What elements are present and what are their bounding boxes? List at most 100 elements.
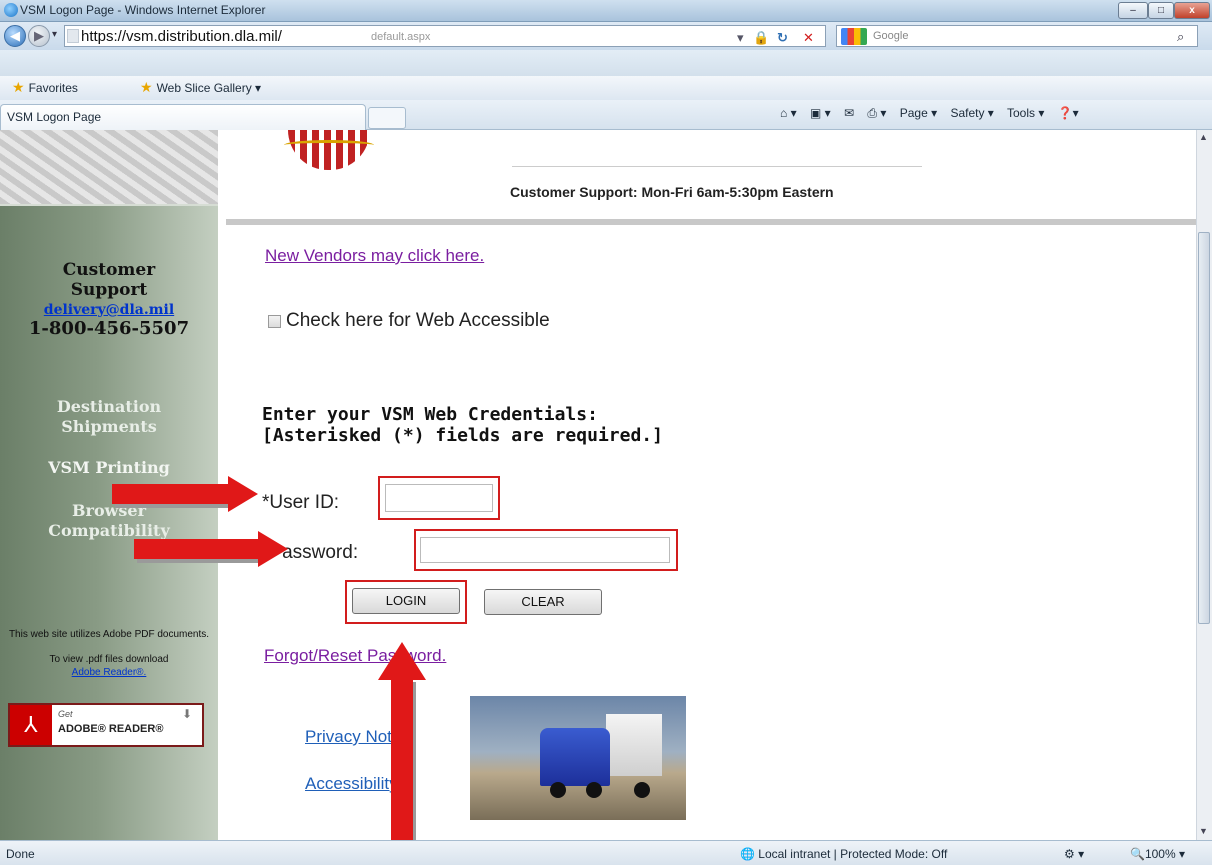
cs-title-line-1: Customer [62, 260, 156, 280]
adobe-reader-label: ADOBE® READER® [58, 723, 164, 735]
adobe-reader-link[interactable]: Adobe Reader®. [0, 666, 218, 679]
destination-shipments-link[interactable]: Destination Shipments [0, 397, 218, 437]
user-id-label: *User ID: [262, 492, 340, 513]
tab-label: VSM Logon Page [7, 110, 102, 124]
scroll-up-arrow-icon[interactable]: ▲ [1199, 132, 1208, 142]
security-zone[interactable]: 🌐 Local intranet | Protected Mode: Off [740, 847, 947, 861]
search-icon[interactable]: ⌕ [1177, 29, 1184, 45]
user-id-input[interactable] [385, 484, 493, 512]
adobe-get-label: Get [58, 709, 73, 719]
web-slice-label: Web Slice Gallery ▾ [156, 81, 262, 95]
safety-menu[interactable]: Safety ▾ [950, 106, 993, 120]
maximize-button[interactable]: □ [1148, 2, 1174, 19]
scrollbar-thumb[interactable] [1198, 232, 1210, 624]
zoom-icon: 🔍 [1130, 847, 1145, 861]
dest-line-1: Destination [56, 397, 162, 416]
web-accessible-option[interactable]: Check here for Web Accessible [268, 310, 550, 332]
url-text: https://vsm.distribution.dla.mil/ [81, 28, 282, 45]
url-field[interactable]: https://vsm.distribution.dla.mil/ defaul… [64, 25, 826, 47]
arrow-head [258, 531, 288, 567]
arrow-shaft [134, 539, 260, 559]
mail-icon[interactable]: ✉ [844, 106, 854, 120]
history-dropdown-icon[interactable]: ▾ [52, 29, 57, 40]
credentials-heading: Enter your VSM Web Credentials: [Asteris… [262, 404, 663, 446]
home-icon[interactable]: ⌂ ▾ [780, 106, 797, 120]
minimize-button[interactable]: – [1118, 2, 1148, 19]
password-input[interactable] [420, 537, 670, 563]
google-icon [841, 28, 867, 45]
dest-line-2: Shipments [61, 417, 157, 436]
favorites-label: Favorites [28, 81, 78, 95]
truck-wheel [586, 782, 602, 798]
browser-line-1: Browser [71, 501, 146, 520]
title-bar: VSM Logon Page - Windows Internet Explor… [0, 0, 1212, 22]
new-tab-button[interactable] [368, 107, 406, 129]
login-button[interactable]: LOGIN [352, 588, 460, 614]
arrow-head-up [378, 642, 426, 680]
adobe-note-line-1: This web site utilizes Adobe PDF documen… [8, 629, 210, 640]
help-menu[interactable]: ❓▾ [1058, 106, 1079, 120]
search-input[interactable]: Google ⌕ [836, 25, 1198, 47]
page-icon [67, 29, 79, 43]
truck-cab-shape [540, 728, 610, 786]
arrow-shaft [391, 678, 413, 846]
address-bar: ◀ ▶ ▾ https://vsm.distribution.dla.mil/ … [0, 22, 1212, 50]
zone-icon: 🌐 [740, 847, 759, 861]
protected-mode-icon[interactable]: ⚙ ▾ [1064, 847, 1084, 861]
cs-title-line-2: Support [70, 280, 148, 300]
web-accessible-label: Check here for Web Accessible [286, 310, 550, 331]
print-icon[interactable]: ⎙ ▾ [867, 106, 886, 120]
browser-compatibility-link[interactable]: Browser Compatibility [0, 501, 218, 541]
clear-button[interactable]: CLEAR [484, 589, 602, 615]
support-hours: Customer Support: Mon-Fri 6am-5:30pm Eas… [510, 184, 834, 200]
close-button[interactable]: x [1174, 2, 1210, 19]
browser-line-2: Compatibility [48, 521, 170, 540]
back-button[interactable]: ◀ [4, 25, 26, 47]
dropdown-icon[interactable]: ▾ [737, 30, 744, 46]
get-adobe-reader-button[interactable]: ⅄ Get ADOBE® READER® ⬇ [8, 703, 204, 747]
new-vendors-link[interactable]: New Vendors may click here. [265, 246, 484, 266]
window-title: VSM Logon Page - Windows Internet Explor… [20, 3, 266, 17]
cred-heading-line-2: [Asterisked (*) fields are required.] [262, 425, 663, 446]
accessibility-link[interactable]: Accessibility [305, 774, 398, 794]
truck-wheel [634, 782, 650, 798]
sidebar-banner-image [0, 130, 218, 206]
zoom-control[interactable]: 🔍100% ▾ [1130, 847, 1185, 861]
search-placeholder: Google [873, 30, 909, 42]
tab-vsm-logon[interactable]: VSM Logon Page [0, 104, 366, 130]
menu-strip [0, 50, 1212, 76]
cred-heading-line-1: Enter your VSM Web Credentials: [262, 404, 598, 425]
ie-logo-icon [4, 3, 18, 17]
truck-photo [470, 696, 686, 820]
feeds-icon[interactable]: ▣ ▾ [810, 106, 831, 120]
download-icon: ⬇ [182, 707, 193, 721]
scroll-down-arrow-icon[interactable]: ▼ [1199, 826, 1208, 836]
page-divider [226, 219, 1196, 225]
customer-support-block: Customer Support delivery@dla.mil 1-800-… [0, 260, 218, 339]
vsm-printing-link[interactable]: VSM Printing [0, 458, 218, 478]
header-divider [512, 166, 922, 167]
support-email-link[interactable]: delivery@dla.mil [0, 302, 218, 318]
favorites-button[interactable]: ★ Favorites [12, 79, 78, 96]
lock-icon[interactable]: 🔒 [753, 30, 769, 46]
star-icon: ★ [12, 79, 25, 95]
forward-button[interactable]: ▶ [28, 25, 50, 47]
refresh-icon[interactable]: ↻ [777, 30, 788, 46]
adobe-note-line-2: To view .pdf files download [49, 654, 169, 665]
adobe-logo-icon: ⅄ [10, 705, 52, 745]
add-favorite-icon: ★ [140, 79, 153, 95]
zone-text: Local intranet | Protected Mode: Off [758, 847, 948, 861]
adobe-note: This web site utilizes Adobe PDF documen… [0, 628, 218, 679]
url-tail-text: default.aspx [371, 31, 431, 43]
page-menu[interactable]: Page ▾ [900, 106, 937, 120]
web-accessible-checkbox[interactable] [268, 314, 281, 328]
web-slice-gallery-button[interactable]: ★ Web Slice Gallery ▾ [140, 79, 261, 96]
customer-support-title: Customer Support [0, 260, 218, 300]
arrow-shaft [112, 484, 230, 504]
command-bar: ⌂ ▾ ▣ ▾ ✉ ⎙ ▾ Page ▾ Safety ▾ Tools ▾ ❓▾ [780, 106, 1089, 121]
truck-trailer-shape [606, 714, 662, 776]
stop-icon[interactable]: ✕ [803, 30, 814, 46]
truck-wheel [550, 782, 566, 798]
seal-border [284, 140, 374, 150]
tools-menu[interactable]: Tools ▾ [1007, 106, 1044, 120]
